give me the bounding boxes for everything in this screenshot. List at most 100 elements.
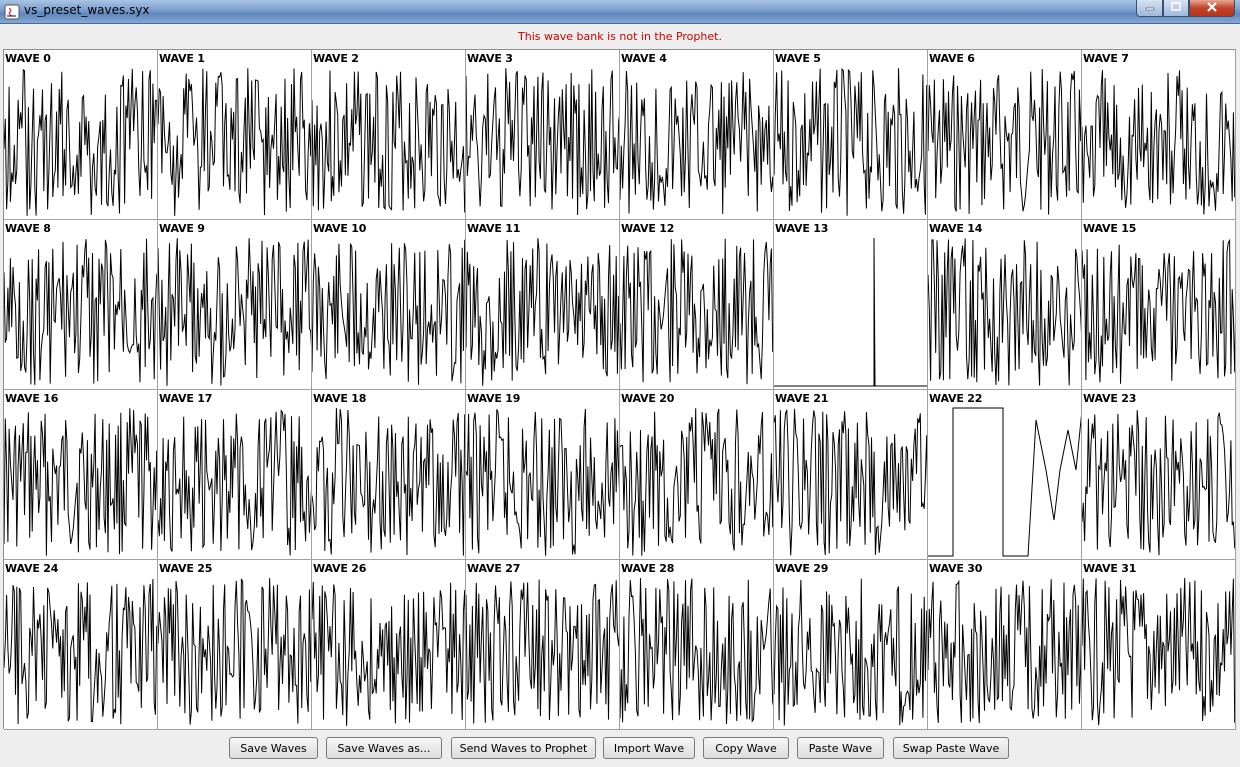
send-waves-to-prophet-button[interactable]: Send Waves to Prophet	[451, 737, 596, 759]
wave-cell[interactable]: WAVE 15	[1082, 220, 1236, 390]
wave-cell[interactable]: WAVE 17	[158, 390, 312, 560]
wave-cell[interactable]: WAVE 14	[928, 220, 1082, 390]
waveform-line	[928, 407, 1081, 557]
wave-label: WAVE 25	[159, 562, 213, 575]
wave-label: WAVE 1	[159, 52, 205, 65]
wave-cell[interactable]: WAVE 2	[312, 50, 466, 220]
wave-label: WAVE 15	[1083, 222, 1137, 235]
waveform-line	[1082, 238, 1235, 384]
wave-cell[interactable]: WAVE 26	[312, 560, 466, 730]
waveform-line	[620, 238, 773, 385]
wave-label: WAVE 16	[5, 392, 59, 405]
wave-cell[interactable]: WAVE 29	[774, 560, 928, 730]
waveform-line	[466, 68, 619, 215]
wave-cell[interactable]: WAVE 19	[466, 390, 620, 560]
waveform-line	[774, 578, 927, 726]
wave-cell[interactable]: WAVE 13	[774, 220, 928, 390]
wave-label: WAVE 11	[467, 222, 521, 235]
wave-cell[interactable]: WAVE 30	[928, 560, 1082, 730]
waveform-plot	[4, 578, 157, 725]
wave-cell[interactable]: WAVE 27	[466, 560, 620, 730]
wave-label: WAVE 18	[313, 392, 367, 405]
wave-label: WAVE 8	[5, 222, 51, 235]
save-waves-button[interactable]: Save Waves	[229, 737, 318, 759]
wave-label: WAVE 17	[159, 392, 213, 405]
waveform-plot	[158, 409, 311, 556]
minimize-icon	[1145, 2, 1155, 15]
wave-cell[interactable]: WAVE 7	[1082, 50, 1236, 220]
wave-label: WAVE 24	[5, 562, 59, 575]
wave-cell[interactable]: WAVE 28	[620, 560, 774, 730]
wave-label: WAVE 27	[467, 562, 521, 575]
waveform-plot	[928, 238, 1081, 386]
wave-cell[interactable]: WAVE 18	[312, 390, 466, 560]
status-message: This wave bank is not in the Prophet.	[518, 30, 722, 43]
waveform-plot	[928, 407, 1081, 557]
wave-cell[interactable]: WAVE 5	[774, 50, 928, 220]
wave-cell[interactable]: WAVE 23	[1082, 390, 1236, 560]
wave-cell[interactable]: WAVE 21	[774, 390, 928, 560]
wave-cell[interactable]: WAVE 0	[4, 50, 158, 220]
waveform-plot	[928, 579, 1081, 724]
waveform-line	[620, 578, 773, 725]
wave-cell[interactable]: WAVE 8	[4, 220, 158, 390]
wave-cell[interactable]: WAVE 3	[466, 50, 620, 220]
waveform-plot	[774, 578, 927, 726]
waveform-line	[928, 579, 1081, 724]
wave-label: WAVE 4	[621, 52, 667, 65]
waveform-line	[312, 239, 465, 385]
button-bar: Save Waves Save Waves as... Send Waves t…	[0, 731, 1240, 763]
wave-cell[interactable]: WAVE 9	[158, 220, 312, 390]
paste-wave-button[interactable]: Paste Wave	[797, 737, 884, 759]
wave-label: WAVE 20	[621, 392, 675, 405]
waveform-plot	[1082, 238, 1235, 384]
wave-label: WAVE 22	[929, 392, 983, 405]
import-wave-button[interactable]: Import Wave	[603, 737, 695, 759]
wave-cell[interactable]: WAVE 6	[928, 50, 1082, 220]
waveform-plot	[774, 67, 927, 216]
wave-cell[interactable]: WAVE 25	[158, 560, 312, 730]
wave-label: WAVE 13	[775, 222, 829, 235]
waveform-plot	[620, 70, 773, 214]
copy-wave-button[interactable]: Copy Wave	[703, 737, 789, 759]
waveform-line	[466, 579, 619, 724]
waveform-plot	[466, 238, 619, 386]
wave-label: WAVE 10	[313, 222, 367, 235]
waveform-line	[620, 70, 773, 214]
title-bar[interactable]: vs_preset_waves.syx	[0, 0, 1240, 24]
wave-cell[interactable]: WAVE 20	[620, 390, 774, 560]
waveform-line	[312, 407, 465, 556]
wave-label: WAVE 21	[775, 392, 829, 405]
maximize-button[interactable]	[1163, 0, 1189, 17]
waveform-plot	[312, 239, 465, 385]
minimize-button[interactable]	[1136, 0, 1163, 17]
wave-cell[interactable]: WAVE 10	[312, 220, 466, 390]
wave-cell[interactable]: WAVE 31	[1082, 560, 1236, 730]
waveform-line	[312, 581, 465, 726]
wave-cell[interactable]: WAVE 22	[928, 390, 1082, 560]
wave-grid: WAVE 0 WAVE 1 WAVE 2 WAVE 3 WAVE 4 WAVE 5 WAVE…	[3, 49, 1236, 730]
waveform-line	[774, 237, 927, 387]
close-button[interactable]	[1189, 0, 1235, 17]
java-app-icon	[4, 4, 20, 20]
wave-cell[interactable]: WAVE 4	[620, 50, 774, 220]
swap-paste-wave-button[interactable]: Swap Paste Wave	[893, 737, 1009, 759]
waveform-plot	[158, 68, 311, 216]
waveform-plot	[312, 581, 465, 726]
waveform-line	[928, 68, 1081, 215]
waveform-plot	[466, 579, 619, 724]
wave-label: WAVE 3	[467, 52, 513, 65]
wave-cell[interactable]: WAVE 16	[4, 390, 158, 560]
wave-cell[interactable]: WAVE 1	[158, 50, 312, 220]
wave-cell[interactable]: WAVE 24	[4, 560, 158, 730]
wave-cell[interactable]: WAVE 12	[620, 220, 774, 390]
waveform-plot	[158, 238, 311, 386]
save-waves-as-button[interactable]: Save Waves as...	[326, 737, 442, 759]
waveform-line	[1082, 410, 1235, 556]
waveform-plot	[928, 68, 1081, 215]
wave-cell[interactable]: WAVE 11	[466, 220, 620, 390]
wave-label: WAVE 31	[1083, 562, 1137, 575]
waveform-line	[1082, 577, 1235, 726]
wave-label: WAVE 28	[621, 562, 675, 575]
maximize-icon	[1171, 1, 1181, 15]
